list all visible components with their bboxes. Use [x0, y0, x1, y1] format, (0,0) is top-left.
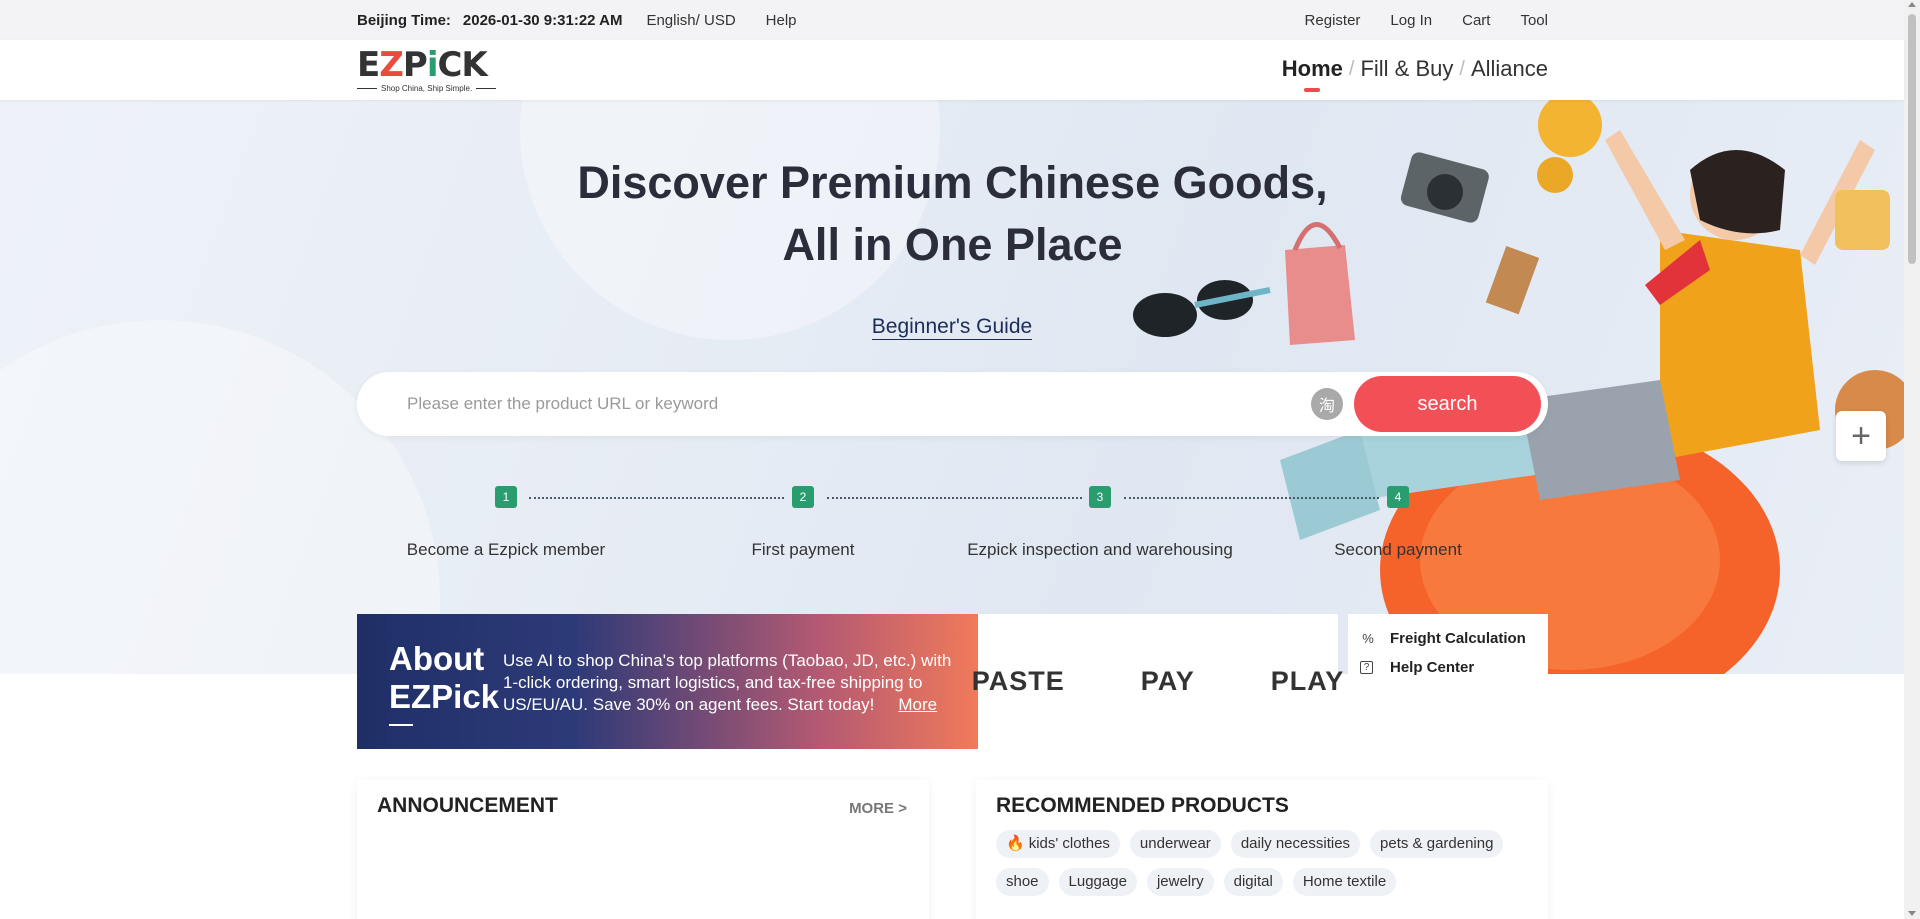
step-connector	[529, 497, 784, 499]
nav-separator: /	[1459, 57, 1465, 80]
login-link[interactable]: Log In	[1390, 12, 1432, 29]
nav-alliance[interactable]: Alliance	[1471, 56, 1548, 82]
nav-home[interactable]: Home	[1282, 56, 1343, 92]
hero-banner: Discover Premium Chinese Goods, All in O…	[0, 100, 1904, 674]
about-description: Use AI to shop China's top platforms (Ta…	[503, 651, 952, 714]
beijing-time-label: Beijing Time:	[357, 11, 451, 29]
category-tag[interactable]: Home textile	[1292, 868, 1397, 896]
about-more-link[interactable]: More	[898, 695, 937, 714]
step-label: Second payment	[1334, 540, 1462, 559]
play-label: PLAY	[1270, 666, 1345, 696]
nav-fill-and-buy[interactable]: Fill & Buy	[1360, 56, 1453, 82]
main-header: EZPiCK Shop China, Ship Simple. Home / F…	[0, 40, 1904, 100]
hero-title: Discover Premium Chinese Goods, All in O…	[577, 157, 1328, 270]
category-tag[interactable]: underwear	[1129, 830, 1221, 858]
category-tag[interactable]: Luggage	[1058, 868, 1137, 896]
category-tag[interactable]: digital	[1223, 868, 1283, 896]
paste-label: PASTE	[971, 666, 1065, 696]
recommended-products-title: RECOMMENDED PRODUCTS	[996, 794, 1289, 817]
page-scrollbar[interactable]	[1904, 0, 1920, 919]
question-icon: ?	[1360, 661, 1373, 674]
help-center-link[interactable]: ? Help Center	[1360, 659, 1536, 676]
announcement-title: ANNOUNCEMENT	[377, 794, 558, 817]
step-connector	[1124, 497, 1379, 499]
tool-link[interactable]: Tool	[1520, 12, 1548, 29]
pay-label: PAY	[1140, 666, 1195, 696]
announcement-panel: ANNOUNCEMENT MORE >	[357, 780, 929, 919]
floating-add-button[interactable]: +	[1836, 411, 1886, 461]
help-link[interactable]: Help	[766, 12, 797, 29]
category-tag[interactable]: shoe	[996, 868, 1049, 896]
search-button[interactable]: search	[1354, 376, 1541, 432]
freight-calculation-link[interactable]: % Freight Calculation	[1360, 630, 1536, 647]
quick-tools-panel: % Freight Calculation ? Help Center	[1348, 614, 1548, 749]
cart-link[interactable]: Cart	[1462, 12, 1490, 29]
beijing-time-value: 2026-01-30 9:31:22 AM	[462, 11, 623, 29]
steps-flow: 1 2 3 4 Become a Ezpick member First pay…	[357, 478, 1548, 568]
step-number: 1	[495, 486, 517, 508]
nav-separator: /	[1348, 57, 1355, 80]
announcement-more-link[interactable]: MORE >	[849, 800, 907, 817]
search-bar: 淘 search	[357, 372, 1548, 436]
step-label: First payment	[751, 540, 855, 559]
step-number: 3	[1089, 486, 1111, 508]
register-link[interactable]: Register	[1305, 12, 1361, 29]
scroll-up-arrow-icon[interactable]	[1908, 2, 1916, 7]
scrollbar-thumb[interactable]	[1908, 14, 1916, 264]
logo-tagline: Shop China, Ship Simple.	[357, 84, 507, 93]
step-number: 4	[1387, 486, 1409, 508]
language-currency-selector[interactable]: English/ USD	[646, 12, 735, 29]
step-connector	[827, 497, 1082, 499]
category-tag[interactable]: daily necessities	[1230, 830, 1361, 858]
beginners-guide-link[interactable]: Beginner's Guide	[871, 315, 1033, 340]
paste-pay-play-panel: PASTE PAY PLAY	[972, 614, 1343, 749]
about-title-underline	[389, 724, 413, 726]
search-input[interactable]	[407, 388, 1307, 420]
plus-icon: +	[1851, 416, 1871, 455]
ezpick-logo[interactable]: EZPiCK Shop China, Ship Simple.	[357, 48, 507, 94]
taobao-icon[interactable]: 淘	[1311, 388, 1343, 420]
fire-icon: 🔥	[1006, 835, 1025, 852]
step-label: Ezpick inspection and warehousing	[967, 540, 1233, 559]
step-label: Become a Ezpick member	[406, 540, 606, 559]
scroll-down-arrow-icon[interactable]	[1908, 911, 1916, 916]
recommended-products-panel: RECOMMENDED PRODUCTS 🔥 kids' clothes unde…	[976, 780, 1548, 919]
category-tags: 🔥 kids' clothes underwear daily necessiti…	[996, 830, 1536, 896]
category-tag[interactable]: 🔥 kids' clothes	[996, 830, 1120, 858]
help-center-label: Help Center	[1390, 659, 1475, 676]
category-tag[interactable]: jewelry	[1146, 868, 1214, 896]
top-bar: Beijing Time: 2026-01-30 9:31:22 AM Engl…	[0, 0, 1904, 40]
freight-calculation-label: Freight Calculation	[1390, 630, 1526, 647]
percent-icon: %	[1362, 631, 1374, 646]
about-title: About EZPick	[389, 640, 500, 715]
category-tag[interactable]: pets & gardening	[1370, 830, 1504, 858]
step-number: 2	[792, 486, 814, 508]
about-ezpick-banner: About EZPick Use AI to shop China's top …	[357, 614, 978, 749]
main-nav: Home / Fill & Buy / Alliance	[1282, 56, 1548, 92]
